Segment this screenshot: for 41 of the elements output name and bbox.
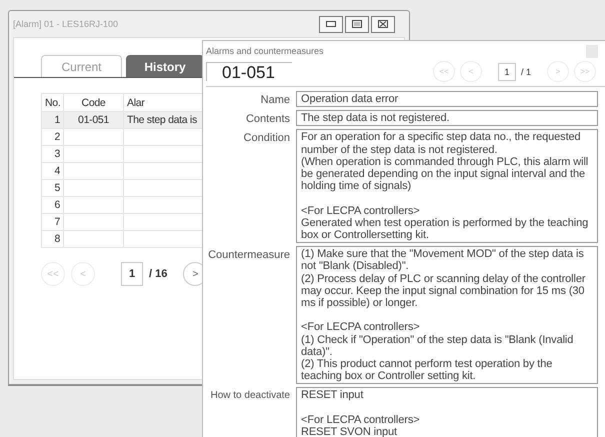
table-cell: 7 <box>42 214 64 230</box>
window-title: [Alarm] 01 - LES16RJ-100 <box>13 19 118 29</box>
table-cell: 01-051 <box>64 112 124 128</box>
table-cell <box>64 162 124 180</box>
table-cell <box>64 196 124 214</box>
page-total: / 1 <box>520 66 531 76</box>
field-value: The step data is not registered. <box>296 110 598 126</box>
alarm-code-field: 01-051 <box>206 62 292 81</box>
table-cell: 4 <box>42 162 64 180</box>
field-value: Operation data error <box>296 91 598 108</box>
table-cell <box>64 230 124 248</box>
minimize-button[interactable] <box>319 16 343 32</box>
field-label: Condition <box>244 131 290 146</box>
table-cell: 5 <box>42 180 64 196</box>
close-icon <box>378 20 388 28</box>
field-label: Countermeasure <box>208 248 290 262</box>
table-cell <box>64 146 124 162</box>
dialog-title: Alarms and countermeasures <box>206 46 324 56</box>
table-cell: 1 <box>42 112 64 128</box>
page-number-field[interactable]: 1 <box>498 62 516 80</box>
table-cell <box>64 180 124 196</box>
field-value: For an operation for a specific step data no., the requested number of the step data is not registered. (When operation is commanded through PLC, this alarm will be generated depending on the input signal interval and the holding time of signals) <For LECPA controllers> Generated when test operation is performed by the teaching box or Controllersetting kit. <box>296 129 598 244</box>
tab[interactable]: Current <box>41 55 122 77</box>
field-value: RESET input <For LECPA controllers> RESET SVON input <box>296 387 598 437</box>
table-cell: 2 <box>42 128 64 146</box>
table-cell: 3 <box>42 146 64 162</box>
table-cell <box>64 128 124 146</box>
maximize-icon <box>352 20 362 28</box>
column-header: No. <box>42 94 64 112</box>
page-total: / 16 <box>149 268 168 280</box>
table-cell: 8 <box>42 230 64 248</box>
table-cell: 6 <box>42 196 64 214</box>
minimize-icon <box>326 21 336 27</box>
page-number-field[interactable]: 1 <box>121 262 143 286</box>
field-label: Name <box>260 93 290 107</box>
table-cell <box>64 214 124 230</box>
field-label: How to deactivate <box>210 389 290 404</box>
field-label: Contents <box>246 112 290 126</box>
field-value: (1) Make sure that the "Movement MOD" of the step data is not "Blank (Disabled)". (2) Process delay of PLC or scanning delay of the controller may occur. Keep the input signal combination for 15 ms (30 ms if possible) or longer. <For LECPA controllers> (1) Check if "Operation" of the step data is "Blank (Invalid data)". (2) This product cannot perform test operation by the teaching box or Controller setting kit. <box>296 246 598 384</box>
maximize-button[interactable] <box>345 16 369 32</box>
tab[interactable]: History <box>126 55 204 77</box>
